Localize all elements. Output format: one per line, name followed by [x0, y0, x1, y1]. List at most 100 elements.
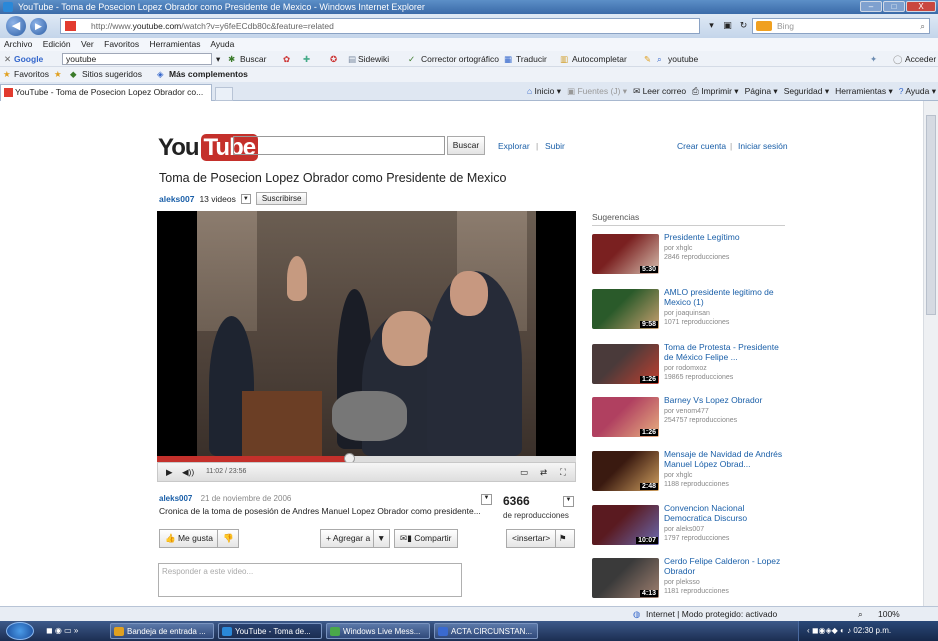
sidewiki-button[interactable]: Sidewiki	[358, 51, 389, 67]
google-dropdown-icon[interactable]: ▾	[216, 51, 220, 67]
dropdown-icon[interactable]: ▾	[705, 18, 718, 32]
suggestion-item[interactable]: 1:26 Toma de Protesta - Presidente de Méx…	[592, 342, 792, 396]
security-menu[interactable]: Seguridad ▾	[784, 82, 829, 101]
gmail-icon[interactable]: ✿	[283, 51, 290, 67]
maximize-button[interactable]: □	[883, 1, 905, 12]
google-search-icon[interactable]: ✱	[228, 51, 235, 67]
share-button[interactable]: ✉▮ Compartir	[394, 529, 458, 548]
taskbar-item-mail[interactable]: Bandeja de entrada ...	[110, 623, 214, 639]
bookmark-icon[interactable]: ✚	[303, 51, 310, 67]
close-toolbar-icon[interactable]: ✕	[4, 51, 11, 67]
scrollbar-thumb[interactable]	[926, 115, 936, 315]
add-to-button[interactable]: + Agregar a	[320, 529, 377, 548]
subscribe-button[interactable]: Suscribirse	[255, 192, 308, 205]
help-menu[interactable]: ? Ayuda ▾	[899, 82, 936, 101]
menu-ayuda[interactable]: Ayuda	[210, 39, 234, 49]
dislike-button[interactable]: 👎	[217, 529, 239, 548]
flag-icon[interactable]: ⚑	[555, 529, 575, 548]
start-button[interactable]	[6, 622, 34, 640]
suggestion-title[interactable]: Presidente Legítimo	[664, 232, 786, 242]
page-menu[interactable]: Página ▾	[745, 82, 778, 101]
popout-icon[interactable]: ▭	[520, 463, 528, 481]
chevron-down-icon[interactable]: ▼	[240, 193, 251, 204]
suggestion-title[interactable]: Convencion Nacional Democratica Discurso	[664, 503, 786, 523]
sitios-sugeridos-link[interactable]: Sitios sugeridos	[82, 67, 142, 82]
menu-archivo[interactable]: Archivo	[4, 39, 32, 49]
subir-link[interactable]: Subir	[545, 141, 565, 151]
info-uploader[interactable]: aleks007	[159, 494, 192, 503]
read-mail-button[interactable]: ✉ Leer correo	[633, 82, 686, 101]
suggestion-title[interactable]: Barney Vs Lopez Obrador	[664, 395, 786, 405]
zoom-icon[interactable]: ⌕	[858, 607, 863, 621]
like-button[interactable]: 👍 Me gusta	[159, 529, 219, 548]
menu-edicion[interactable]: Edición	[43, 39, 71, 49]
suggestion-item[interactable]: 4:13 Cerdo Felipe Calderon - Lopez Obrado…	[592, 556, 792, 606]
chevron-down-icon[interactable]: ▼	[481, 494, 492, 505]
resize-icon[interactable]: ⇄	[540, 463, 547, 481]
taskbar-item-messenger[interactable]: Windows Live Mess...	[326, 623, 430, 639]
crear-cuenta-link[interactable]: Crear cuenta	[677, 141, 726, 151]
tray-icons[interactable]: ‹ ◼◉◈◆ ◐ ♪	[807, 626, 853, 635]
pencil-icon[interactable]: ✎	[644, 51, 651, 67]
vertical-scrollbar[interactable]	[923, 101, 938, 606]
suggestion-thumbnail[interactable]: 10:07	[592, 505, 659, 545]
suggestion-thumbnail[interactable]: 4:13	[592, 558, 659, 598]
suggestion-thumbnail[interactable]: 2:48	[592, 451, 659, 491]
tools-menu[interactable]: Herramientas ▾	[835, 82, 893, 101]
wrench-icon[interactable]: ✦	[870, 51, 877, 67]
menu-herramientas[interactable]: Herramientas	[149, 39, 200, 49]
clock[interactable]: 02:30 p.m.	[853, 626, 891, 635]
zoom-level[interactable]: 100%	[878, 607, 900, 621]
tab-youtube[interactable]: YouTube - Toma de Posecion Lopez Obrador…	[0, 84, 212, 101]
play-icon[interactable]: ▶	[166, 463, 173, 481]
quicklaunch-icons[interactable]: ◼ ◉ ▭ »	[46, 621, 78, 641]
youtube-search-button[interactable]: Buscar	[447, 136, 485, 155]
feeds-button[interactable]: ▣ Fuentes (J) ▾	[567, 82, 627, 101]
suggestion-item[interactable]: 5:30 Presidente Legítimo por xhglc 2846 rep…	[592, 232, 792, 286]
suggestion-title[interactable]: AMLO presidente legitimo de Mexico (1)	[664, 287, 786, 307]
youtube-search-button[interactable]: youtube	[668, 51, 698, 67]
comment-input[interactable]: Responder a este video...	[158, 563, 462, 597]
close-button[interactable]: X	[906, 1, 936, 12]
home-button[interactable]: ⌂ Inicio ▾	[527, 82, 561, 101]
taskbar-item-word[interactable]: ACTA CIRCUNSTAN...	[434, 623, 538, 639]
popup-blocker-icon[interactable]: ✪	[330, 51, 337, 67]
embed-button[interactable]: <insertar>	[506, 529, 557, 548]
google-search-input[interactable]: youtube	[62, 53, 212, 65]
autocompletar-button[interactable]: Autocompletar	[572, 51, 627, 67]
new-tab-button[interactable]	[215, 87, 233, 101]
rss-icon[interactable]: ▣	[721, 18, 734, 32]
bing-search-field[interactable]: Bing ⌕	[752, 18, 930, 34]
address-field[interactable]: http://www.youtube.com/watch?v=y6feECdb8…	[60, 18, 700, 34]
suggestion-title[interactable]: Cerdo Felipe Calderon - Lopez Obrador	[664, 556, 786, 576]
suggestion-thumbnail[interactable]: 5:30	[592, 234, 659, 274]
minimize-button[interactable]: –	[860, 1, 882, 12]
back-icon[interactable]: ◀	[6, 16, 26, 36]
suggestion-item[interactable]: 2:48 Mensaje de Navidad de Andrés Manuel …	[592, 449, 792, 503]
video-player[interactable]	[157, 211, 576, 456]
uploader-link[interactable]: aleks007	[159, 194, 194, 204]
suggestion-thumbnail[interactable]: 1:26	[592, 397, 659, 437]
favoritos-button[interactable]: Favoritos	[14, 67, 49, 82]
explorar-link[interactable]: Explorar	[498, 141, 530, 151]
mas-complementos-link[interactable]: Más complementos	[169, 67, 248, 82]
google-buscar-button[interactable]: Buscar	[240, 51, 266, 67]
fullscreen-icon[interactable]: ⛶	[560, 463, 566, 481]
suggestion-thumbnail[interactable]: 1:26	[592, 344, 659, 384]
suggestion-title[interactable]: Toma de Protesta - Presidente de México …	[664, 342, 786, 362]
refresh-icon[interactable]: ↻	[737, 18, 750, 32]
youtube-search-input[interactable]	[233, 136, 445, 155]
corrector-button[interactable]: Corrector ortográfico	[421, 51, 499, 67]
menu-favoritos[interactable]: Favoritos	[104, 39, 139, 49]
print-button[interactable]: ⎙ Imprimir ▾	[692, 82, 739, 101]
search-icon[interactable]: ⌕	[920, 19, 925, 33]
suggestion-title[interactable]: Mensaje de Navidad de Andrés Manuel Lópe…	[664, 449, 786, 469]
traducir-button[interactable]: Traducir	[516, 51, 547, 67]
suggestion-item[interactable]: 10:07 Convencion Nacional Democratica Dis…	[592, 503, 792, 557]
iniciar-sesion-link[interactable]: Iniciar sesión	[738, 141, 788, 151]
volume-icon[interactable]: ◀))	[182, 463, 194, 481]
add-to-dropdown[interactable]: ▼	[373, 529, 390, 548]
menu-ver[interactable]: Ver	[81, 39, 94, 49]
forward-icon[interactable]: ▶	[30, 18, 47, 35]
taskbar-item-ie[interactable]: YouTube - Toma de...	[218, 623, 322, 639]
